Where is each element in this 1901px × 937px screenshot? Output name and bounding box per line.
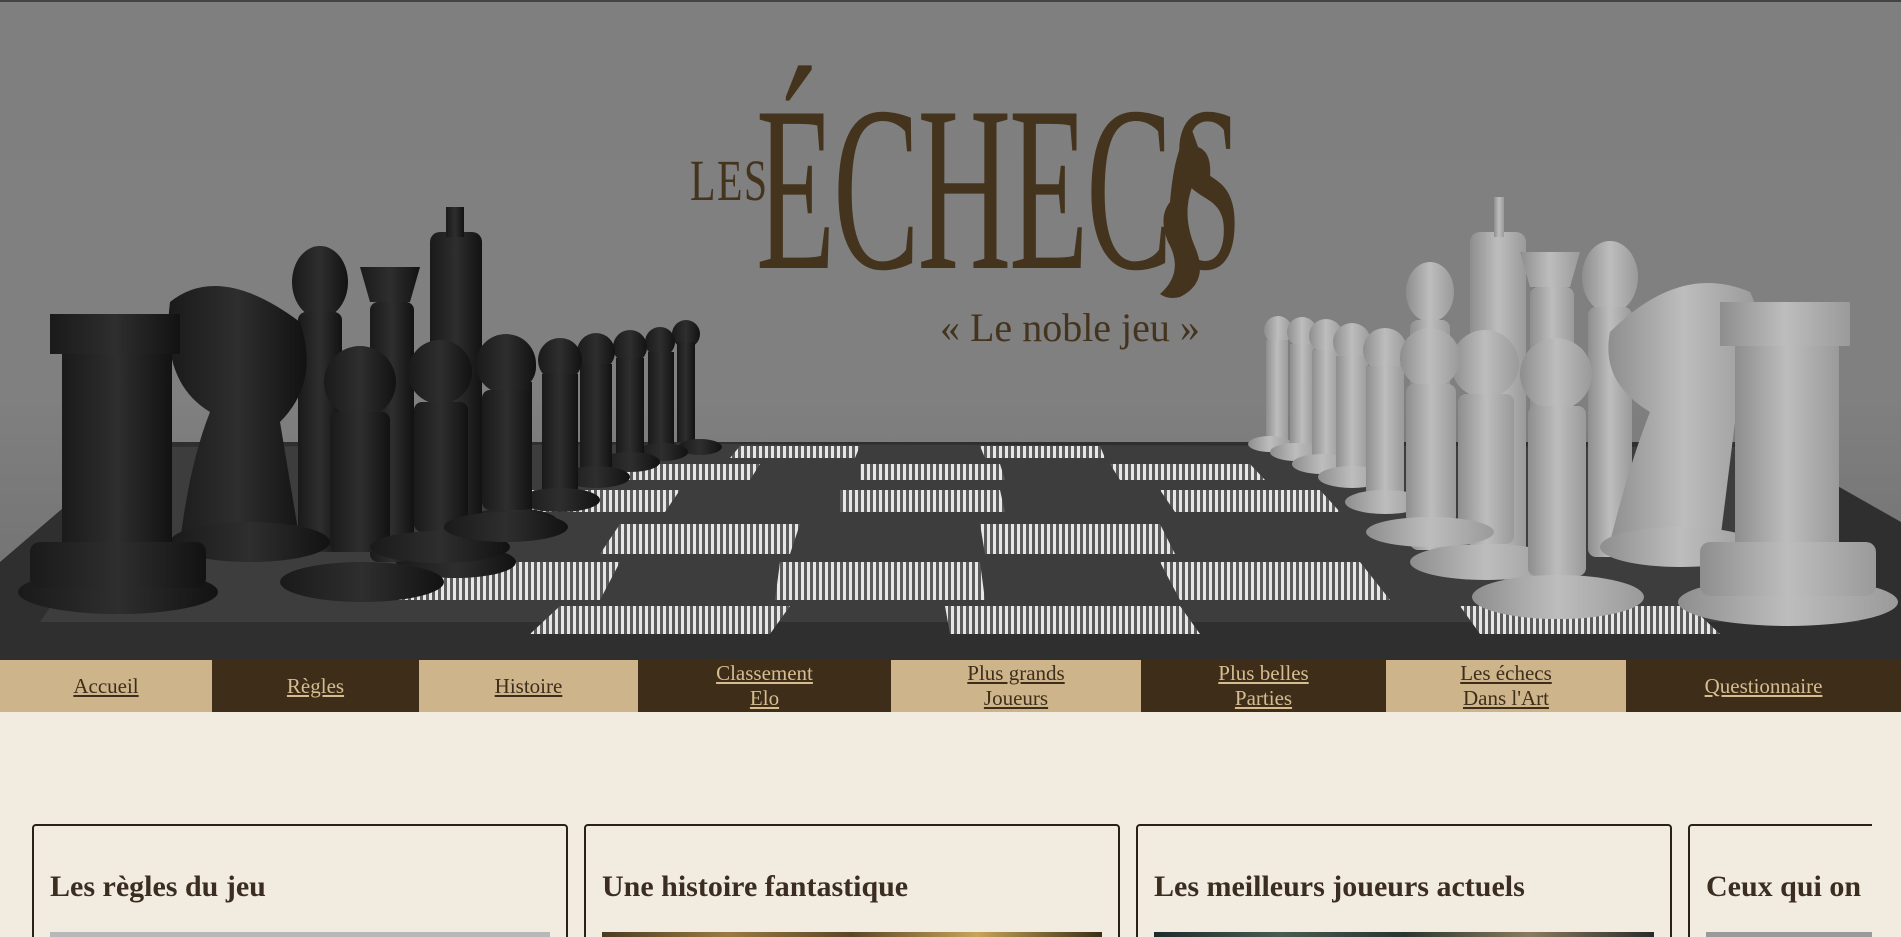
logo-title: ÉCHECS — [756, 59, 1243, 320]
nav-histoire[interactable]: Histoire — [419, 660, 638, 712]
card-title: Les règles du jeu — [50, 870, 266, 903]
card-title: Ceux qui on — [1706, 870, 1862, 903]
card-image — [50, 932, 550, 937]
nav-label: Elo — [749, 686, 780, 710]
nav-label: Accueil — [73, 673, 139, 698]
feature-cards: Les règles du jeu Une histoire fantastiq… — [32, 824, 1872, 937]
card-image — [1706, 932, 1872, 937]
nav-label: Règles — [286, 673, 345, 698]
logo-subtitle: « Le noble jeu » — [940, 305, 1200, 350]
nav-label: Histoire — [494, 673, 563, 698]
card-image — [1154, 932, 1654, 937]
card-image — [602, 932, 1102, 937]
nav-label: Questionnaire — [1704, 673, 1823, 698]
card-title: Une histoire fantastique — [602, 870, 909, 903]
nav-regles[interactable]: Règles — [212, 660, 419, 712]
hero-banner: LES ÉCHECS « Le noble jeu » — [0, 0, 1901, 660]
nav-plus-grands-joueurs[interactable]: Plus grands Joueurs — [891, 660, 1141, 712]
nav-label: Plus grands — [967, 661, 1065, 685]
nav-label: Dans l'Art — [1462, 686, 1550, 710]
card-regles[interactable]: Les règles du jeu — [32, 824, 568, 937]
nav-plus-belles-parties[interactable]: Plus belles Parties — [1141, 660, 1386, 712]
nav-label: Joueurs — [983, 686, 1049, 710]
card-partial[interactable]: Ceux qui on — [1688, 824, 1872, 937]
card-histoire[interactable]: Une histoire fantastique — [584, 824, 1120, 937]
nav-classement-elo[interactable]: Classement Elo — [638, 660, 891, 712]
main-navigation: Accueil Règles Histoire Classement Elo P… — [0, 660, 1901, 712]
nav-label: Parties — [1234, 686, 1293, 710]
card-joueurs[interactable]: Les meilleurs joueurs actuels — [1136, 824, 1672, 937]
nav-questionnaire[interactable]: Questionnaire — [1626, 660, 1901, 712]
card-title: Les meilleurs joueurs actuels — [1154, 870, 1525, 903]
nav-accueil[interactable]: Accueil — [0, 660, 212, 712]
nav-echecs-dans-art[interactable]: Les échecs Dans l'Art — [1386, 660, 1626, 712]
nav-label: Plus belles — [1218, 661, 1309, 685]
nav-label: Classement — [716, 661, 813, 685]
nav-label: Les échecs — [1460, 661, 1552, 685]
